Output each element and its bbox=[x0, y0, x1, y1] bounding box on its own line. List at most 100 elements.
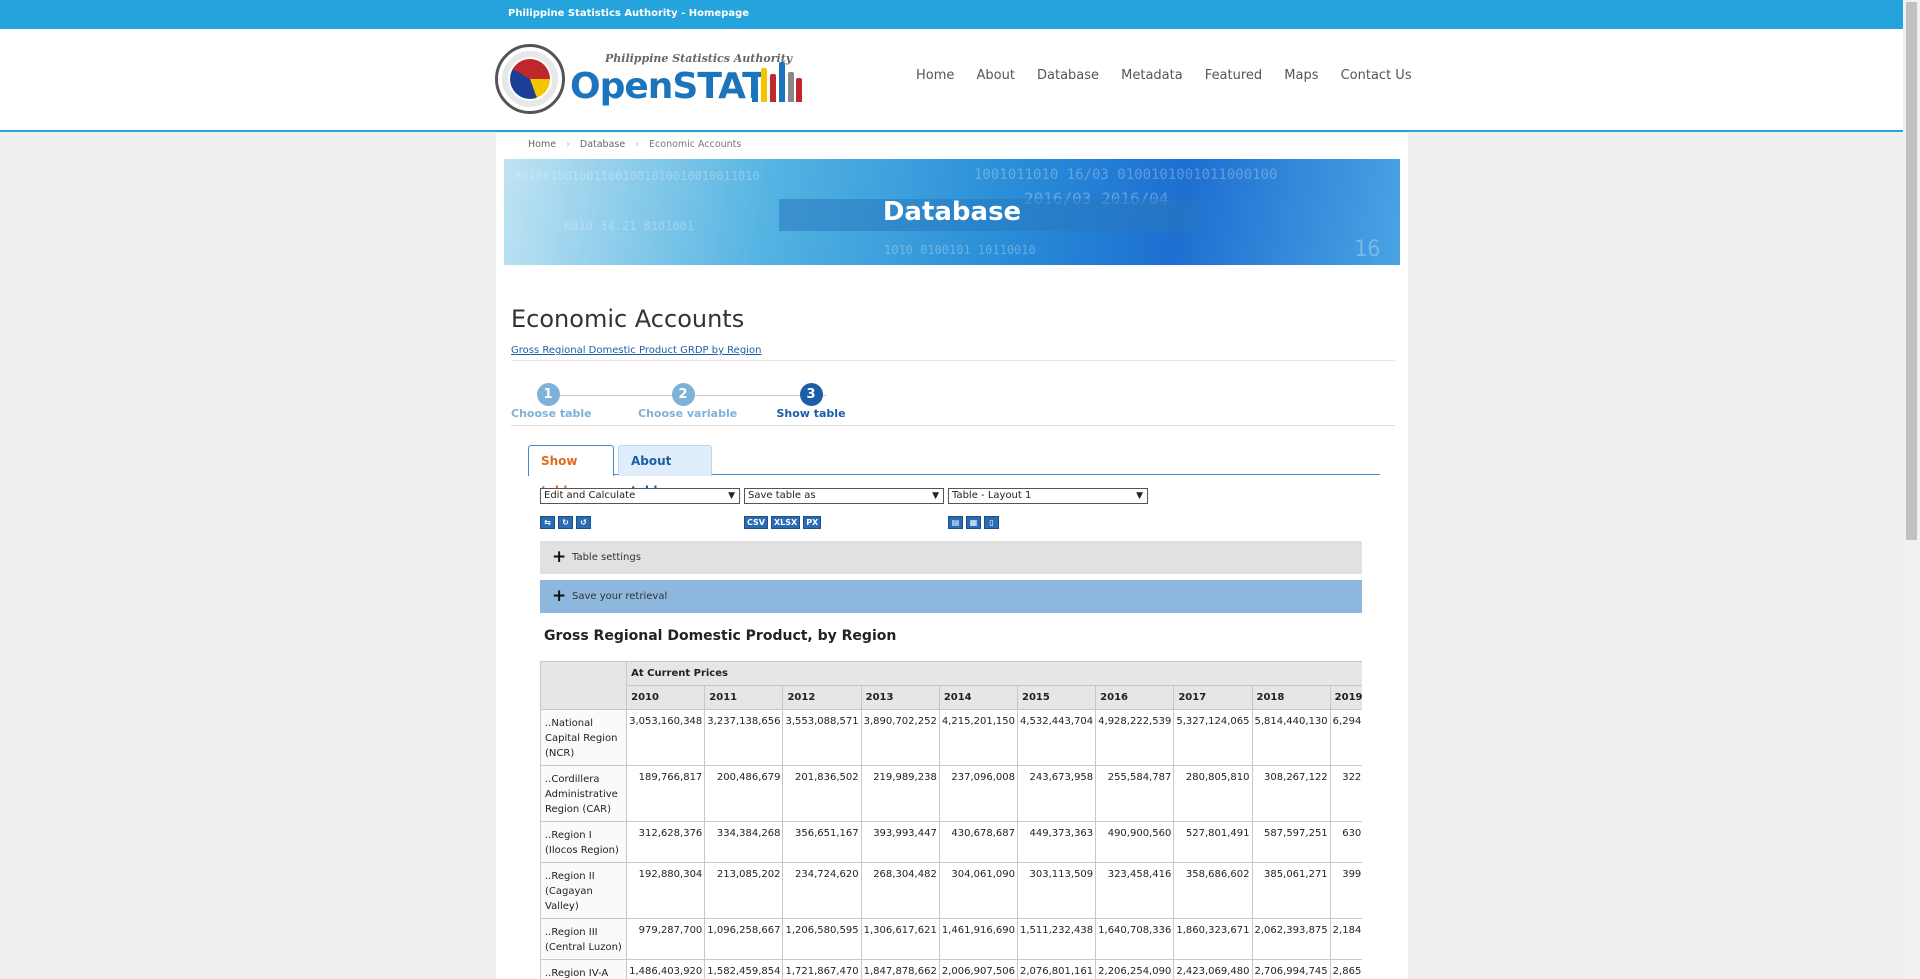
scrollbar-thumb[interactable] bbox=[1906, 2, 1917, 540]
table-cell: 192,880,304 bbox=[626, 862, 706, 919]
table-cell: 303,113,509 bbox=[1016, 862, 1097, 919]
row-label: ..Region III (Central Luzon) bbox=[540, 918, 628, 960]
bar-chart-icon bbox=[750, 58, 802, 102]
plus-icon: + bbox=[552, 547, 567, 567]
plus-icon: + bbox=[552, 586, 567, 606]
table-cell: 630,300,6 bbox=[1329, 821, 1362, 863]
table-cell: 322,106,0 bbox=[1329, 765, 1362, 822]
save-table-as-select[interactable]: Save table as ▼ bbox=[744, 488, 944, 504]
nav-contact-us[interactable]: Contact Us bbox=[1341, 68, 1412, 83]
save-retrieval-accordion[interactable]: + Save your retrieval bbox=[540, 580, 1362, 613]
table-cell: 527,801,491 bbox=[1173, 821, 1253, 863]
table-cell: 237,096,008 bbox=[938, 765, 1018, 822]
nav-about[interactable]: About bbox=[976, 68, 1014, 83]
nav-home[interactable]: Home bbox=[916, 68, 954, 83]
table-cell: 213,085,202 bbox=[704, 862, 784, 919]
table-cell: 304,061,090 bbox=[938, 862, 1018, 919]
page-title: Economic Accounts bbox=[511, 305, 745, 333]
banner-title: Database bbox=[882, 197, 1022, 227]
logo-openstat-text: OpenSTAT bbox=[570, 66, 767, 107]
table-row: ..Region I (Ilocos Region) 312,628,376 334… bbox=[540, 821, 1362, 863]
table-cell: 356,651,167 bbox=[782, 821, 862, 863]
step-show-table: 3 Show table bbox=[776, 383, 846, 420]
table-cell: 2,206,254,090 bbox=[1095, 959, 1175, 979]
breadcrumb-current: Economic Accounts bbox=[649, 139, 742, 150]
table-title: Gross Regional Domestic Product, by Regi… bbox=[544, 628, 897, 644]
table-cell: 5,327,124,065 bbox=[1173, 709, 1253, 766]
psa-homepage-link[interactable]: Philippine Statistics Authority - Homepa… bbox=[508, 8, 749, 19]
table-cell: 490,900,560 bbox=[1095, 821, 1175, 863]
group-header: At Current Prices bbox=[626, 661, 1362, 686]
save-icon-group: CSV XLSX PX bbox=[744, 510, 824, 529]
pivot-clockwise-icon[interactable]: ↻ bbox=[558, 516, 573, 529]
breadcrumb-home[interactable]: Home bbox=[528, 139, 556, 150]
page-scrollbar[interactable] bbox=[1903, 0, 1920, 979]
year-header: 2010 bbox=[626, 685, 706, 710]
site-header: Philippine Statistics Authority OpenSTAT… bbox=[0, 29, 1903, 132]
table-row: ..Cordillera Administrative Region (CAR)… bbox=[540, 765, 1362, 822]
pivot-counterclockwise-icon[interactable]: ↺ bbox=[576, 516, 591, 529]
table-cell: 385,061,271 bbox=[1251, 862, 1331, 919]
table-settings-accordion[interactable]: + Table settings bbox=[540, 541, 1362, 574]
breadcrumb: Home › Database › Economic Accounts bbox=[528, 139, 742, 150]
table-cell: 6,294,194,6 bbox=[1329, 709, 1362, 766]
row-label: ..Region II (Cagayan Valley) bbox=[540, 862, 628, 919]
table-layout-select[interactable]: Table - Layout 1 ▼ bbox=[948, 488, 1148, 504]
table-cell: 2,184,815,1 bbox=[1329, 918, 1362, 960]
year-header: 2015 bbox=[1016, 685, 1097, 710]
table-cell: 4,532,443,704 bbox=[1016, 709, 1097, 766]
table-row: ..Region II (Cagayan Valley) 192,880,304 2… bbox=[540, 862, 1362, 919]
save-px-button[interactable]: PX bbox=[803, 516, 822, 529]
tab-show-table[interactable]: Show table bbox=[528, 445, 614, 498]
year-header: 2019 bbox=[1329, 685, 1362, 710]
table-cell: 979,287,700 bbox=[626, 918, 706, 960]
step-choose-table[interactable]: 1 Choose table bbox=[511, 383, 592, 420]
table-cell: 280,805,810 bbox=[1173, 765, 1253, 822]
step-choose-variable[interactable]: 2 Choose variable bbox=[638, 383, 737, 420]
row-label: ..Region I (Ilocos Region) bbox=[540, 821, 628, 863]
year-header: 2016 bbox=[1095, 685, 1175, 710]
table-cell: 587,597,251 bbox=[1251, 821, 1331, 863]
table-cell: 234,724,620 bbox=[782, 862, 862, 919]
chevron-down-icon: ▼ bbox=[1136, 491, 1143, 501]
nav-maps[interactable]: Maps bbox=[1284, 68, 1318, 83]
table-cell: 1,721,867,470 bbox=[782, 959, 862, 979]
table-cell: 1,511,232,438 bbox=[1016, 918, 1097, 960]
nav-metadata[interactable]: Metadata bbox=[1121, 68, 1183, 83]
chart-icon[interactable]: ▯ bbox=[984, 516, 999, 529]
table-cell: 200,486,679 bbox=[704, 765, 784, 822]
table-cell: 393,993,447 bbox=[860, 821, 940, 863]
table-cell: 1,206,580,595 bbox=[782, 918, 862, 960]
save-xlsx-button[interactable]: XLSX bbox=[770, 516, 801, 529]
breadcrumb-database[interactable]: Database bbox=[580, 139, 625, 150]
database-banner: 0010010010011001001010010010011010 10010… bbox=[504, 159, 1400, 265]
table-name-link[interactable]: Gross Regional Domestic Product GRDP by … bbox=[511, 345, 761, 356]
year-header: 2013 bbox=[860, 685, 940, 710]
year-header: 2011 bbox=[704, 685, 784, 710]
layout-1-icon[interactable]: ▤ bbox=[948, 516, 963, 529]
pivot-manual-icon[interactable]: ⇆ bbox=[540, 516, 555, 529]
openstat-logo[interactable]: Philippine Statistics Authority OpenSTAT bbox=[495, 44, 805, 116]
table-cell: 1,486,403,920 bbox=[626, 959, 706, 979]
chevron-down-icon: ▼ bbox=[932, 491, 939, 501]
table-cell: 219,989,238 bbox=[860, 765, 940, 822]
table-cell: 399,370,7 bbox=[1329, 862, 1362, 919]
tab-about-table[interactable]: About table bbox=[618, 445, 712, 498]
save-csv-button[interactable]: CSV bbox=[744, 516, 768, 529]
nav-database[interactable]: Database bbox=[1037, 68, 1099, 83]
corner-cell bbox=[540, 661, 628, 710]
table-cell: 1,640,708,336 bbox=[1095, 918, 1175, 960]
table-cell: 2,006,907,506 bbox=[938, 959, 1018, 979]
layout-icon-group: ▤ ▦ ▯ bbox=[948, 510, 1002, 529]
table-cell: 4,928,222,539 bbox=[1095, 709, 1175, 766]
nav-featured[interactable]: Featured bbox=[1205, 68, 1262, 83]
table-cell: 4,215,201,150 bbox=[938, 709, 1018, 766]
data-table-scroll[interactable]: At Current Prices 2010 2011 2012 2013 2014 20… bbox=[540, 661, 1362, 979]
table-cell: 255,584,787 bbox=[1095, 765, 1175, 822]
table-cell: 1,582,459,854 bbox=[704, 959, 784, 979]
edit-calculate-select[interactable]: Edit and Calculate ▼ bbox=[540, 488, 740, 504]
layout-2-icon[interactable]: ▦ bbox=[966, 516, 981, 529]
year-header-row: 2010 2011 2012 2013 2014 2015 2016 2017 2018 2019 bbox=[541, 685, 1362, 710]
row-label: ..National Capital Region (NCR) bbox=[540, 709, 628, 766]
table-cell: 1,461,916,690 bbox=[938, 918, 1018, 960]
